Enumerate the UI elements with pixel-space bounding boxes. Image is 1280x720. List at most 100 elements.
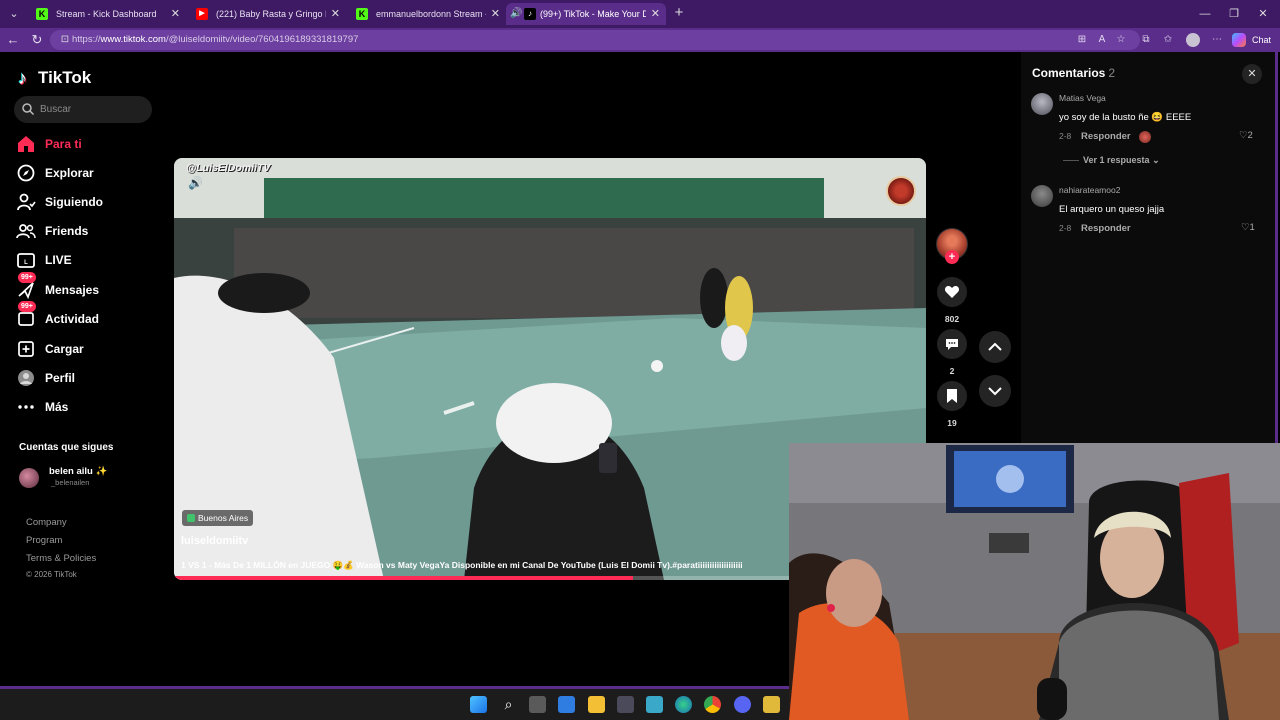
divider — [1063, 160, 1079, 161]
discord-icon[interactable] — [734, 696, 751, 713]
sidebar-item-friends[interactable]: Friends — [16, 219, 156, 243]
comment-like-button[interactable]: ♡1 — [1241, 222, 1255, 233]
window-close-icon[interactable]: ✕ — [1255, 6, 1271, 22]
sidebar-item-cargar[interactable]: Cargar — [16, 337, 156, 361]
speaker-icon: 🔊 — [510, 8, 523, 19]
reply-button[interactable]: Responder — [1081, 223, 1131, 234]
compass-icon — [17, 164, 35, 182]
sidebar-item-para-ti[interactable]: Para ti — [16, 132, 156, 156]
new-tab-button[interactable]: + — [670, 4, 688, 22]
heart-icon — [944, 286, 960, 298]
close-comments-icon[interactable]: ✕ — [1242, 64, 1262, 84]
browser-tab-kick-dashboard[interactable]: K Stream - Kick Dashboard ✕ — [26, 3, 186, 25]
app-icon[interactable] — [646, 696, 663, 713]
browser-tab-tiktok[interactable]: 🔊 ♪ (99+) TikTok - Make Your Day ✕ — [506, 3, 666, 25]
sidebar-item-mas[interactable]: Más — [16, 395, 156, 419]
tab-close-icon[interactable]: ✕ — [171, 3, 180, 25]
apps-icon[interactable]: ⊞ — [1075, 33, 1089, 47]
tab-actions-chevron-icon[interactable]: ⌄ — [4, 4, 24, 24]
comment-date: 2-8 — [1059, 223, 1072, 233]
start-menu-icon[interactable] — [470, 696, 487, 713]
nav-label: Friends — [45, 224, 89, 238]
live-icon: L — [17, 253, 35, 268]
reply-button[interactable]: Responder — [1081, 131, 1131, 142]
search-box[interactable] — [14, 96, 152, 123]
more-icon — [18, 405, 34, 409]
edge-icon[interactable] — [675, 696, 692, 713]
site-info-icon[interactable]: ⊡ — [58, 33, 72, 47]
comment-author[interactable]: nahiarateamoo2 — [1059, 185, 1120, 195]
restore-icon[interactable]: ❐ — [1226, 6, 1242, 22]
back-arrow-icon[interactable]: ← — [4, 31, 22, 49]
save-button[interactable]: 19 — [937, 381, 967, 428]
search-input[interactable] — [40, 101, 145, 118]
translate-icon[interactable]: A — [1095, 33, 1109, 47]
comment-author[interactable]: Matias Vega — [1059, 93, 1106, 103]
sidebar-item-mensajes[interactable]: 99+ Mensajes — [16, 272, 156, 302]
upload-icon — [18, 341, 34, 357]
footer-link-terms[interactable]: Terms & Policies — [26, 553, 96, 564]
comment-button[interactable]: 2 — [937, 329, 967, 376]
view-replies-button[interactable]: Ver 1 respuesta ⌄ — [1063, 155, 1160, 166]
browser-tab-youtube[interactable]: ▶ (221) Baby Rasta y Gringo Feat Fa ✕ — [186, 3, 346, 25]
video-author[interactable]: luiseldomiitv — [181, 535, 248, 547]
favorite-star-icon[interactable]: ☆ — [1114, 33, 1128, 47]
chevron-up-icon — [988, 342, 1002, 351]
tab-close-icon[interactable]: ✕ — [331, 3, 340, 25]
menu-dots-icon[interactable]: ⋯ — [1210, 33, 1224, 47]
browser-tab-kick-stream[interactable]: K emmanuelbordonn Stream - Watc ✕ — [346, 3, 506, 25]
previous-video-button[interactable] — [979, 331, 1011, 363]
like-button[interactable]: 802 — [937, 277, 967, 324]
account-handle: _belenailen — [51, 478, 90, 487]
sidebar-item-perfil[interactable]: Perfil — [16, 366, 156, 390]
sidebar-item-explorar[interactable]: Explorar — [16, 161, 156, 185]
next-video-button[interactable] — [979, 375, 1011, 407]
logo-text: TikTok — [38, 68, 92, 87]
refresh-icon[interactable]: ↻ — [28, 31, 46, 49]
sidebar-item-siguiendo[interactable]: Siguiendo — [16, 190, 156, 214]
location-tag[interactable]: Buenos Aires — [182, 510, 254, 526]
youtube-icon: ▶ — [196, 8, 208, 20]
task-view-icon[interactable] — [529, 696, 546, 713]
sidebar-item-live[interactable]: L LIVE — [16, 248, 156, 272]
avatar[interactable] — [1031, 93, 1053, 115]
sidebar-item-actividad[interactable]: 99+ Actividad — [16, 301, 156, 331]
footer-link-program[interactable]: Program — [26, 535, 62, 546]
view-replies-label: Ver 1 respuesta — [1083, 155, 1150, 165]
minimize-icon[interactable]: — — [1197, 6, 1213, 22]
following-account-item[interactable]: belen ailu ✨ _belenailen — [19, 465, 149, 491]
nav-label: Actividad — [45, 312, 100, 326]
footer-link-company[interactable]: Company — [26, 517, 67, 528]
comment-date: 2-8 — [1059, 131, 1072, 141]
chat-label: Chat — [1252, 35, 1272, 45]
follow-plus-icon[interactable]: + — [945, 250, 959, 264]
following-icon — [17, 193, 36, 211]
following-accounts-title: Cuentas que sigues — [19, 442, 114, 453]
notification-badge: 99+ — [18, 272, 36, 283]
chrome-icon[interactable] — [704, 696, 721, 713]
tab-close-icon[interactable]: ✕ — [651, 3, 660, 25]
file-explorer-icon[interactable] — [588, 696, 605, 713]
profile-avatar-icon[interactable] — [1186, 33, 1200, 47]
app-icon[interactable] — [763, 696, 780, 713]
browser-tab-strip: ⌄ K Stream - Kick Dashboard ✕ ▶ (221) Ba… — [0, 0, 1280, 28]
extensions-icon[interactable]: ⧉ — [1139, 33, 1153, 47]
copilot-chat-button[interactable]: Chat — [1232, 31, 1271, 49]
comment-like-button[interactable]: ♡2 — [1239, 130, 1253, 141]
tiktok-logo[interactable]: ♪ TikTok — [18, 66, 91, 90]
favorites-icon[interactable]: ✩ — [1161, 33, 1175, 47]
widgets-icon[interactable] — [558, 696, 575, 713]
tiktok-logo-icon: ♪ — [18, 68, 27, 88]
search-icon[interactable]: ⌕ — [500, 696, 517, 713]
tab-close-icon[interactable]: ✕ — [491, 3, 500, 25]
volume-icon[interactable]: 🔊 — [188, 176, 204, 190]
kick-icon: K — [36, 8, 48, 20]
store-icon[interactable] — [617, 696, 634, 713]
avatar[interactable] — [1031, 185, 1053, 207]
url-text: https://www.tiktok.com/@luiseldomiitv/vi… — [72, 34, 359, 45]
channel-logo-icon — [886, 176, 916, 206]
tab-title: emmanuelbordonn Stream - Watc — [376, 9, 486, 19]
address-bar[interactable]: ⊡ https://www.tiktok.com/@luiseldomiitv/… — [50, 30, 1140, 50]
home-icon — [18, 136, 34, 152]
nav-label: Para ti — [45, 137, 82, 151]
